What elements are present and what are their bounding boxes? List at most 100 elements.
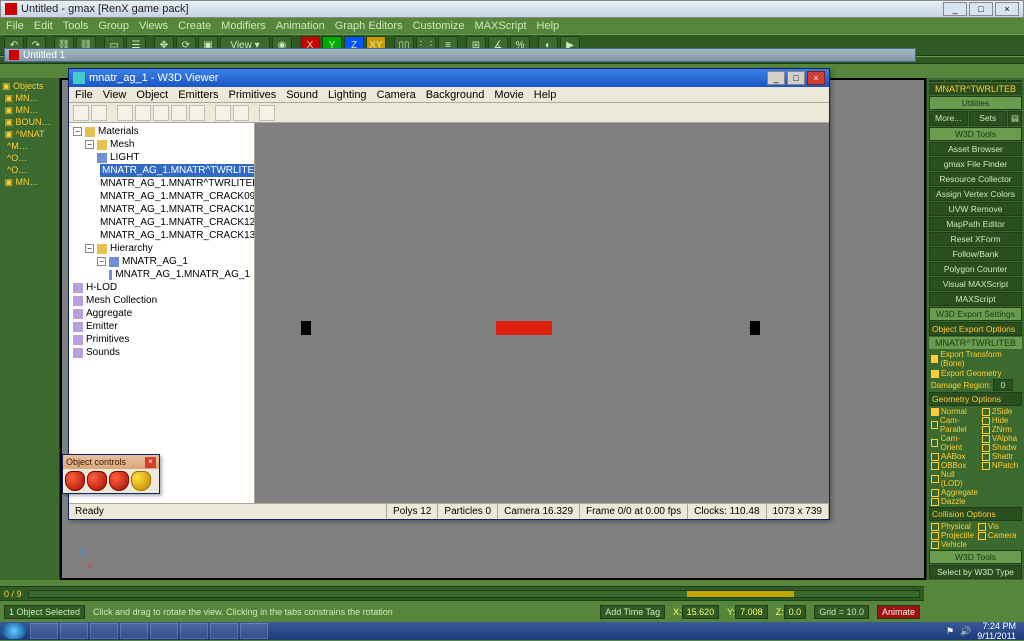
start-button-icon[interactable] <box>2 623 26 639</box>
rotate-free-button[interactable] <box>131 471 151 491</box>
windows-taskbar[interactable]: ⚑ 🔊 7:24 PM 9/11/2011 <box>0 622 1024 640</box>
opt-2side[interactable]: 2Side <box>980 407 1022 416</box>
select-by-w3d-type-button[interactable]: Select by W3D Type <box>929 565 1022 579</box>
opt-dazzle[interactable]: Dazzle <box>929 497 980 506</box>
coord-y[interactable]: Y:7.008 <box>727 607 768 617</box>
taskbar-app2-icon[interactable] <box>150 623 178 639</box>
menu-animation[interactable]: Animation <box>276 20 325 32</box>
menu-modifiers[interactable]: Modifiers <box>221 20 266 32</box>
expand-icon[interactable]: − <box>97 257 106 266</box>
w3d-tree[interactable]: −Materials −Mesh LIGHT MNATR_AG_1.MNATR^… <box>69 123 255 503</box>
w3d-close-button[interactable]: × <box>807 71 825 85</box>
w3d-menu-camera[interactable]: Camera <box>377 89 416 101</box>
rotate-y-button[interactable] <box>87 471 107 491</box>
w3d-menu-emitters[interactable]: Emitters <box>178 89 218 101</box>
opt-shadw[interactable]: Shadw <box>980 443 1022 452</box>
w3d-menu-view[interactable]: View <box>103 89 127 101</box>
tab-create-icon[interactable] <box>929 80 944 82</box>
menu-maxscript[interactable]: MAXScript <box>475 20 527 32</box>
menu-file[interactable]: File <box>6 20 24 32</box>
timeline-playhead[interactable] <box>687 591 794 597</box>
menu-help[interactable]: Help <box>537 20 560 32</box>
tree-item-selected[interactable]: MNATR_AG_1.MNATR^TWRLITEA <box>73 164 250 177</box>
opt-cam-parallel[interactable]: Cam-Parallel <box>929 416 980 434</box>
w3d-tool-help-icon[interactable] <box>259 105 275 121</box>
assign-vertex-colors-button[interactable]: Assign Vertex Colors <box>929 187 1022 201</box>
maxscript-button[interactable]: MAXScript <box>929 292 1022 306</box>
maximize-button[interactable]: □ <box>969 2 993 16</box>
w3d-minimize-button[interactable]: _ <box>767 71 785 85</box>
w3d-tool-save-icon[interactable] <box>91 105 107 121</box>
taskbar-chrome-icon[interactable] <box>30 623 58 639</box>
coll-projectile[interactable]: Projectile <box>929 531 976 540</box>
opt-aabox[interactable]: AABox <box>929 452 980 461</box>
w3d-menu-sound[interactable]: Sound <box>286 89 318 101</box>
w3d-tool-play-icon[interactable] <box>135 105 151 121</box>
add-time-tag[interactable]: Add Time Tag <box>600 605 665 619</box>
tab-display-icon[interactable] <box>992 80 1007 82</box>
object-controls-close-icon[interactable]: × <box>145 457 156 468</box>
opt-normal[interactable]: Normal <box>929 407 980 416</box>
w3d-menu-movie[interactable]: Movie <box>494 89 523 101</box>
export-transform-checkbox[interactable]: Export Transform (Bone) <box>929 350 1022 368</box>
w3d-tool-open-icon[interactable] <box>73 105 89 121</box>
menu-tools[interactable]: Tools <box>63 20 89 32</box>
coll-vis[interactable]: Vis <box>976 522 1022 531</box>
left-scene-tree[interactable]: ▣ Objects ▣ MN… ▣ MN… ▣ BOUN… ▣ ^MNAT ^M… <box>0 78 60 580</box>
w3d-tool-pause-icon[interactable] <box>153 105 169 121</box>
taskbar-app3-icon[interactable] <box>210 623 238 639</box>
taskbar-app1-icon[interactable] <box>120 623 148 639</box>
opt-cam-orient[interactable]: Cam-Orient <box>929 434 980 452</box>
w3d-menu-object[interactable]: Object <box>136 89 168 101</box>
w3d-viewport[interactable] <box>255 123 829 503</box>
w3d-tool-step-back-icon[interactable] <box>117 105 133 121</box>
timeline-track[interactable] <box>28 590 920 598</box>
menu-views[interactable]: Views <box>139 20 168 32</box>
menu-create[interactable]: Create <box>178 20 211 32</box>
follow-bank-button[interactable]: Follow/Bank <box>929 247 1022 261</box>
opt-aggregate[interactable]: Aggregate <box>929 488 980 497</box>
taskbar-media-icon[interactable] <box>90 623 118 639</box>
opt-obbox[interactable]: OBBox <box>929 461 980 470</box>
w3d-maximize-button[interactable]: □ <box>787 71 805 85</box>
mappath-editor-button[interactable]: MapPath Editor <box>929 217 1022 231</box>
w3d-tool-stop-icon[interactable] <box>171 105 187 121</box>
w3d-menu-primitives[interactable]: Primitives <box>229 89 277 101</box>
menu-customize[interactable]: Customize <box>413 20 465 32</box>
export-geometry-checkbox[interactable]: Export Geometry <box>929 369 1022 378</box>
w3d-menu-lighting[interactable]: Lighting <box>328 89 367 101</box>
damage-region-field[interactable]: Damage Region:0 <box>929 379 1022 391</box>
tray-speaker-icon[interactable]: 🔊 <box>960 626 971 637</box>
taskbar-w3d-icon[interactable] <box>240 623 268 639</box>
tab-modify-icon[interactable] <box>945 80 960 82</box>
object-controls-title[interactable]: Object controls × <box>63 455 159 469</box>
w3d-tool-refresh-icon[interactable] <box>233 105 249 121</box>
more-button[interactable]: More... <box>929 111 968 126</box>
tab-hierarchy-icon[interactable] <box>960 80 975 82</box>
timeline[interactable]: 0 / 9 <box>0 586 924 600</box>
taskbar-gmax-icon[interactable] <box>180 623 208 639</box>
system-tray[interactable]: ⚑ 🔊 7:24 PM 9/11/2011 <box>946 621 1022 641</box>
visual-maxscript-button[interactable]: Visual MAXScript <box>929 277 1022 291</box>
minimize-button[interactable]: _ <box>943 2 967 16</box>
w3d-titlebar[interactable]: mnatr_ag_1 - W3D Viewer _ □ × <box>69 69 829 87</box>
opt-null-lod[interactable]: Null (LOD) <box>929 470 980 488</box>
w3d-tools-header[interactable]: W3D Tools <box>929 127 1022 141</box>
animate-button[interactable]: Animate <box>877 605 920 619</box>
coll-physical[interactable]: Physical <box>929 522 976 531</box>
expand-icon[interactable]: − <box>85 140 94 149</box>
w3d-tools2-header[interactable]: W3D Tools <box>929 550 1022 564</box>
opt-shattr[interactable]: Shattr <box>980 452 1022 461</box>
w3d-menu-file[interactable]: File <box>75 89 93 101</box>
taskbar-explorer-icon[interactable] <box>60 623 88 639</box>
tab-utilities-icon[interactable] <box>1007 80 1022 82</box>
menu-group[interactable]: Group <box>98 20 129 32</box>
reset-xform-button[interactable]: Reset XForm <box>929 232 1022 246</box>
coll-vehicle[interactable]: Vehicle <box>929 540 976 549</box>
coll-camera[interactable]: Camera <box>976 531 1022 540</box>
export-settings-header[interactable]: W3D Export Settings <box>929 307 1022 321</box>
sets-button[interactable]: Sets <box>969 111 1008 126</box>
opt-valpha[interactable]: VAlpha <box>980 434 1022 443</box>
expand-icon[interactable]: − <box>85 244 94 253</box>
w3d-menu-help[interactable]: Help <box>534 89 557 101</box>
